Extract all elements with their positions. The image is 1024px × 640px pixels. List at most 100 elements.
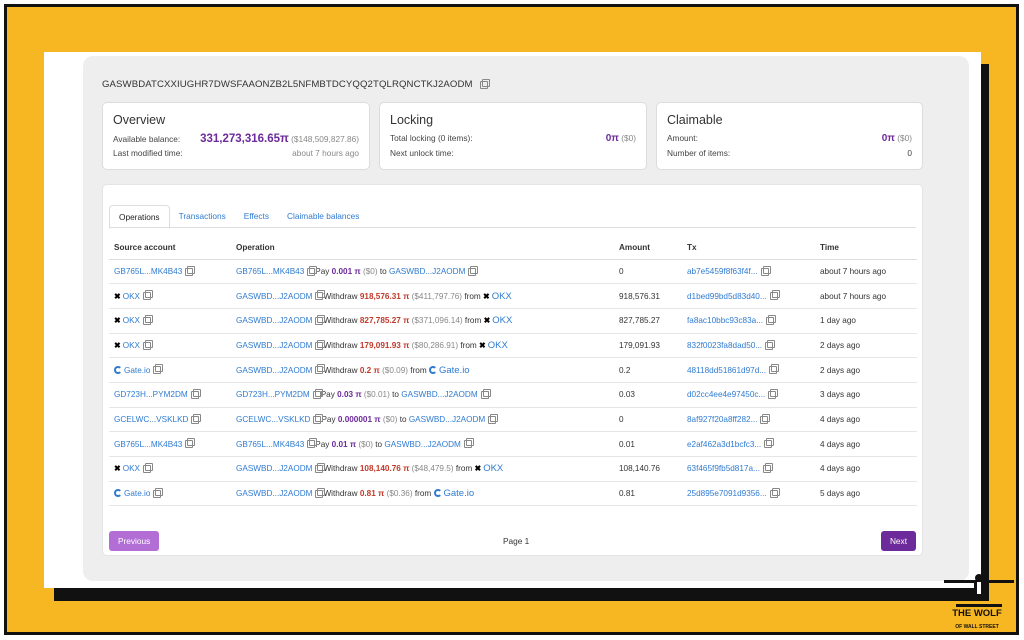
account-link[interactable]: OKX — [488, 340, 508, 351]
copy-icon[interactable] — [143, 290, 153, 301]
account-link[interactable]: GCELWC...VSKLKD — [236, 415, 310, 424]
operation-usd: ($411,797.76) — [411, 291, 463, 301]
overview-box: Overview Available balance: 331,273,316.… — [102, 102, 370, 170]
tx-link[interactable]: 8af927f20a8ff282... — [687, 415, 757, 424]
copy-icon[interactable] — [190, 389, 201, 400]
table-row: Gate.io GASWBD...J2AODM Withdraw 0.2 π ($0… — [109, 357, 917, 383]
copy-icon[interactable] — [143, 339, 153, 350]
account-link[interactable]: GASWBD...J2AODM — [236, 366, 312, 375]
copy-icon[interactable] — [143, 463, 153, 474]
tx-link[interactable]: 48118dd51861d97d... — [687, 366, 766, 375]
copy-icon[interactable] — [488, 413, 499, 424]
okx-icon: ✖ — [483, 316, 491, 326]
account-link[interactable]: GASWBD...J2AODM — [389, 267, 465, 276]
cell-amount: 827,785.27 — [614, 308, 682, 334]
account-link[interactable]: GB765L...MK4B43 — [236, 440, 304, 449]
copy-icon[interactable] — [769, 364, 780, 375]
cell-source: ✖ OKX — [109, 283, 231, 309]
copy-icon[interactable] — [764, 438, 775, 449]
copy-icon[interactable] — [153, 364, 164, 375]
tab-effects[interactable]: Effects — [235, 205, 278, 229]
account-link[interactable]: Gate.io — [124, 489, 150, 498]
account-link[interactable]: Gate.io — [124, 366, 150, 375]
tx-link[interactable]: d1bed99bd5d83d40... — [687, 292, 767, 301]
account-link[interactable]: OKX — [123, 316, 140, 325]
copy-icon[interactable] — [185, 265, 196, 276]
copy-icon[interactable] — [153, 487, 164, 498]
copy-icon[interactable] — [191, 413, 202, 424]
copy-icon[interactable] — [143, 315, 153, 326]
account-link[interactable]: GD723H...PYM2DM — [114, 390, 188, 399]
account-link[interactable]: GASWBD...J2AODM — [384, 440, 460, 449]
account-link[interactable]: OKX — [492, 315, 512, 326]
account-link[interactable]: Gate.io — [444, 488, 475, 499]
copy-icon[interactable] — [769, 487, 780, 498]
cell-amount: 918,576.31 — [614, 283, 682, 309]
copy-icon[interactable] — [312, 389, 323, 400]
copy-icon[interactable] — [185, 438, 196, 449]
tx-link[interactable]: ab7e5459f8f63f4f... — [687, 267, 758, 276]
copy-icon[interactable] — [760, 413, 771, 424]
tx-link[interactable]: e2af462a3d1bcfc3... — [687, 440, 761, 449]
account-link[interactable]: GASWBD...J2AODM — [401, 390, 477, 399]
cell-amount: 0 — [614, 259, 682, 285]
next-button[interactable]: Next — [880, 531, 916, 551]
account-link[interactable]: OKX — [483, 463, 503, 474]
account-link[interactable]: GD723H...PYM2DM — [236, 390, 310, 399]
account-link[interactable]: GASWBD...J2AODM — [236, 341, 312, 350]
cell-operation: GB765L...MK4B43 Pay 0.001 π ($0) to GASWB… — [231, 259, 614, 285]
cell-operation: GB765L...MK4B43 Pay 0.01 π ($0) to GASWBD… — [231, 431, 614, 457]
account-link[interactable]: Gate.io — [439, 365, 470, 376]
operation-kind: Withdraw — [323, 365, 358, 375]
tab-operations[interactable]: Operations — [109, 205, 170, 229]
account-link[interactable]: GB765L...MK4B43 — [114, 440, 182, 449]
previous-button[interactable]: Previous — [109, 531, 160, 551]
account-link[interactable]: OKX — [123, 341, 140, 350]
copy-icon[interactable] — [315, 487, 326, 498]
copy-icon[interactable] — [769, 290, 780, 301]
copy-icon[interactable] — [479, 78, 490, 89]
account-link[interactable]: GASWBD...J2AODM — [236, 464, 312, 473]
cell-source: ✖ OKX — [109, 456, 231, 482]
tab-claimable-balances[interactable]: Claimable balances — [278, 205, 368, 229]
tab-transactions[interactable]: Transactions — [170, 205, 235, 229]
tx-link[interactable]: 832f0023fa8dad50... — [687, 341, 762, 350]
account-link[interactable]: GB765L...MK4B43 — [114, 267, 182, 276]
operation-connector: from — [460, 340, 477, 350]
col-operation: Operation — [231, 237, 614, 260]
copy-icon[interactable] — [313, 413, 324, 424]
account-link[interactable]: GASWBD...J2AODM — [236, 489, 312, 498]
tx-link[interactable]: 25d895e7091d9356... — [687, 489, 767, 498]
account-link[interactable]: GB765L...MK4B43 — [236, 267, 304, 276]
tx-link[interactable]: d02cc4ee4e97450c... — [687, 390, 765, 399]
tx-link[interactable]: fa8ac10bbc93c83a... — [687, 316, 763, 325]
copy-icon[interactable] — [768, 389, 779, 400]
copy-icon[interactable] — [463, 438, 474, 449]
copy-icon[interactable] — [760, 265, 771, 276]
copy-icon[interactable] — [762, 463, 773, 474]
copy-icon[interactable] — [766, 315, 777, 326]
account-link[interactable]: GASWBD...J2AODM — [236, 316, 312, 325]
account-link[interactable]: OKX — [123, 464, 140, 473]
table-header-row: Source account Operation Amount Tx Time — [109, 237, 917, 260]
operation-amount: 0.001 π — [331, 266, 361, 276]
account-link[interactable]: OKX — [123, 292, 140, 301]
cell-tx: 832f0023fa8dad50... — [682, 333, 815, 359]
copy-icon[interactable] — [315, 290, 326, 301]
copy-icon[interactable] — [315, 315, 326, 326]
copy-icon[interactable] — [468, 265, 479, 276]
cell-time: 4 days ago — [815, 431, 917, 457]
copy-icon[interactable] — [480, 389, 491, 400]
account-link[interactable]: GASWBD...J2AODM — [236, 292, 312, 301]
account-link[interactable]: OKX — [492, 291, 512, 302]
account-link[interactable]: GASWBD...J2AODM — [409, 415, 485, 424]
cell-amount: 179,091.93 — [614, 333, 682, 359]
copy-icon[interactable] — [315, 339, 326, 350]
account-link[interactable]: GCELWC...VSKLKD — [114, 415, 188, 424]
copy-icon[interactable] — [315, 364, 326, 375]
copy-icon[interactable] — [765, 339, 776, 350]
tx-link[interactable]: 63f465f9fb5d817a... — [687, 464, 760, 473]
copy-icon[interactable] — [307, 265, 318, 276]
copy-icon[interactable] — [315, 463, 326, 474]
copy-icon[interactable] — [307, 438, 318, 449]
